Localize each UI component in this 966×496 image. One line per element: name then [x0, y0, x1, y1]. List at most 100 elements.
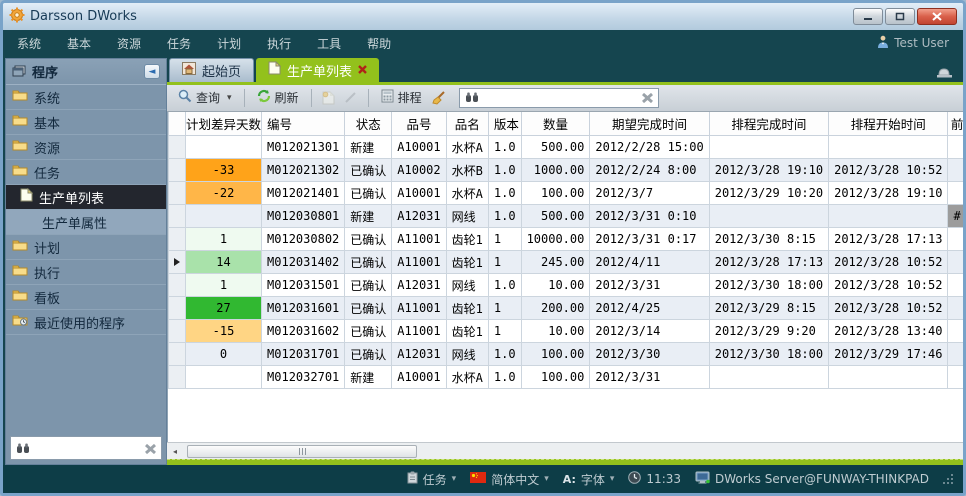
row-selector-cell[interactable] [169, 205, 186, 228]
column-header[interactable]: 计划差异天数 [186, 112, 262, 136]
user-box[interactable]: Test User [877, 35, 949, 51]
schedule-button[interactable]: 排程 [378, 87, 425, 108]
table-row[interactable]: 0M012031701已确认A12031网线1.0100.002012/3/30… [169, 343, 964, 366]
minimize-button[interactable] [853, 8, 883, 25]
cell-qty[interactable]: 100.00 [521, 343, 590, 366]
cell-item_no[interactable]: A10002 [392, 159, 446, 182]
sidebar-item[interactable]: 执行 [6, 260, 166, 285]
statusbar-font[interactable]: A: 字体 ▾ [563, 471, 615, 488]
cell-code[interactable]: M012031402 [262, 251, 345, 274]
menu-item[interactable]: 任务 [167, 35, 191, 52]
column-header[interactable]: 前 [948, 112, 963, 136]
cell-code[interactable]: M012031701 [262, 343, 345, 366]
row-selector-cell[interactable] [169, 274, 186, 297]
cell-version[interactable]: 1.0 [488, 136, 521, 159]
cell-extra[interactable] [948, 274, 963, 297]
cell-extra[interactable] [948, 182, 963, 205]
cell-sched_start[interactable]: 2012/3/29 17:46 [829, 343, 948, 366]
cell-qty[interactable]: 245.00 [521, 251, 590, 274]
cell-qty[interactable]: 500.00 [521, 205, 590, 228]
cell-version[interactable]: 1.0 [488, 343, 521, 366]
table-row[interactable]: M012032701新建A10001水杯A1.0100.002012/3/31 [169, 366, 964, 389]
cell-item_no[interactable]: A11001 [392, 320, 446, 343]
cell-sched_start[interactable] [829, 136, 948, 159]
cell-expect[interactable]: 2012/3/31 [590, 366, 709, 389]
cell-extra[interactable] [948, 228, 963, 251]
sidebar-item[interactable]: 看板 [6, 285, 166, 310]
cell-sched_end[interactable] [709, 136, 828, 159]
sidebar-item[interactable]: 计划 [6, 235, 166, 260]
font-dropdown-arrow[interactable]: ▾ [610, 474, 615, 484]
cell-item_no[interactable]: A11001 [392, 251, 446, 274]
cell-expect[interactable]: 2012/2/24 8:00 [590, 159, 709, 182]
cell-sched_end[interactable]: 2012/3/28 19:10 [709, 159, 828, 182]
cell-item_no[interactable]: A11001 [392, 297, 446, 320]
cell-sched_start[interactable]: 2012/3/28 19:10 [829, 182, 948, 205]
column-header[interactable]: 品号 [392, 112, 446, 136]
cell-sched_end[interactable] [709, 366, 828, 389]
tab[interactable]: 生产单列表 [256, 58, 379, 82]
cell-item_no[interactable]: A12031 [392, 205, 446, 228]
row-selector-cell[interactable] [169, 320, 186, 343]
cell-plan-diff-days[interactable]: -33 [186, 159, 262, 182]
cell-status[interactable]: 已确认 [345, 297, 392, 320]
scroll-left-arrow[interactable]: ◂ [167, 443, 183, 459]
cell-sched_end[interactable]: 2012/3/30 8:15 [709, 228, 828, 251]
cell-sched_end[interactable] [709, 205, 828, 228]
cell-status[interactable]: 已确认 [345, 182, 392, 205]
cell-status[interactable]: 新建 [345, 205, 392, 228]
cell-expect[interactable]: 2012/3/7 [590, 182, 709, 205]
cell-expect[interactable]: 2012/4/11 [590, 251, 709, 274]
table-row[interactable]: M012021301新建A10001水杯A1.0500.002012/2/28 … [169, 136, 964, 159]
cell-qty[interactable]: 10.00 [521, 320, 590, 343]
tab[interactable]: 起始页 [169, 58, 254, 82]
cell-sched_start[interactable]: 2012/3/28 10:52 [829, 251, 948, 274]
cell-status[interactable]: 已确认 [345, 320, 392, 343]
cell-version[interactable]: 1 [488, 297, 521, 320]
sidebar-item[interactable]: 生产单列表 [6, 185, 166, 210]
row-selector-cell[interactable] [169, 366, 186, 389]
cell-expect[interactable]: 2012/3/31 0:10 [590, 205, 709, 228]
cell-code[interactable]: M012031601 [262, 297, 345, 320]
cell-qty[interactable]: 500.00 [521, 136, 590, 159]
menu-item[interactable]: 帮助 [367, 35, 391, 52]
cell-version[interactable]: 1.0 [488, 182, 521, 205]
scrollbar-thumb[interactable] [187, 445, 417, 458]
table-row[interactable]: M012030801新建A12031网线1.0500.002012/3/31 0… [169, 205, 964, 228]
cell-item_name[interactable]: 水杯A [446, 136, 488, 159]
sidebar-search-clear-icon[interactable] [145, 439, 156, 458]
column-header[interactable]: 编号 [262, 112, 345, 136]
cell-expect[interactable]: 2012/4/25 [590, 297, 709, 320]
cell-sched_start[interactable]: 2012/3/28 17:13 [829, 228, 948, 251]
cell-version[interactable]: 1 [488, 251, 521, 274]
cell-sched_start[interactable]: 2012/3/28 13:40 [829, 320, 948, 343]
cell-code[interactable]: M012031501 [262, 274, 345, 297]
row-selector-cell[interactable] [169, 182, 186, 205]
cell-status[interactable]: 已确认 [345, 228, 392, 251]
cell-sched_end[interactable]: 2012/3/30 18:00 [709, 274, 828, 297]
cell-expect[interactable]: 2012/3/14 [590, 320, 709, 343]
cell-sched_end[interactable]: 2012/3/29 9:20 [709, 320, 828, 343]
cell-code[interactable]: M012032701 [262, 366, 345, 389]
cell-expect[interactable]: 2012/3/31 0:17 [590, 228, 709, 251]
cell-sched_end[interactable]: 2012/3/28 17:13 [709, 251, 828, 274]
row-selector-cell[interactable] [169, 136, 186, 159]
row-selector-cell[interactable] [169, 159, 186, 182]
cell-qty[interactable]: 10000.00 [521, 228, 590, 251]
column-header[interactable]: 排程开始时间 [829, 112, 948, 136]
sidebar-item[interactable]: 资源 [6, 135, 166, 160]
statusbar-language[interactable]: 简体中文 ▾ [470, 471, 549, 488]
cell-code[interactable]: M012021301 [262, 136, 345, 159]
table-row[interactable]: 14M012031402已确认A11001齿轮11245.002012/4/11… [169, 251, 964, 274]
column-header[interactable]: 数量 [521, 112, 590, 136]
horizontal-scrollbar[interactable]: ◂ [167, 442, 963, 459]
table-row[interactable]: -15M012031602已确认A11001齿轮1110.002012/3/14… [169, 320, 964, 343]
cell-status[interactable]: 新建 [345, 366, 392, 389]
sidebar-item[interactable]: 基本 [6, 110, 166, 135]
table-row[interactable]: 27M012031601已确认A11001齿轮11200.002012/4/25… [169, 297, 964, 320]
cell-item_no[interactable]: A12031 [392, 343, 446, 366]
table-row[interactable]: -22M012021401已确认A10001水杯A1.0100.002012/3… [169, 182, 964, 205]
cell-status[interactable]: 已确认 [345, 343, 392, 366]
sidebar-item[interactable]: 最近使用的程序 [6, 310, 166, 335]
cell-expect[interactable]: 2012/3/30 [590, 343, 709, 366]
